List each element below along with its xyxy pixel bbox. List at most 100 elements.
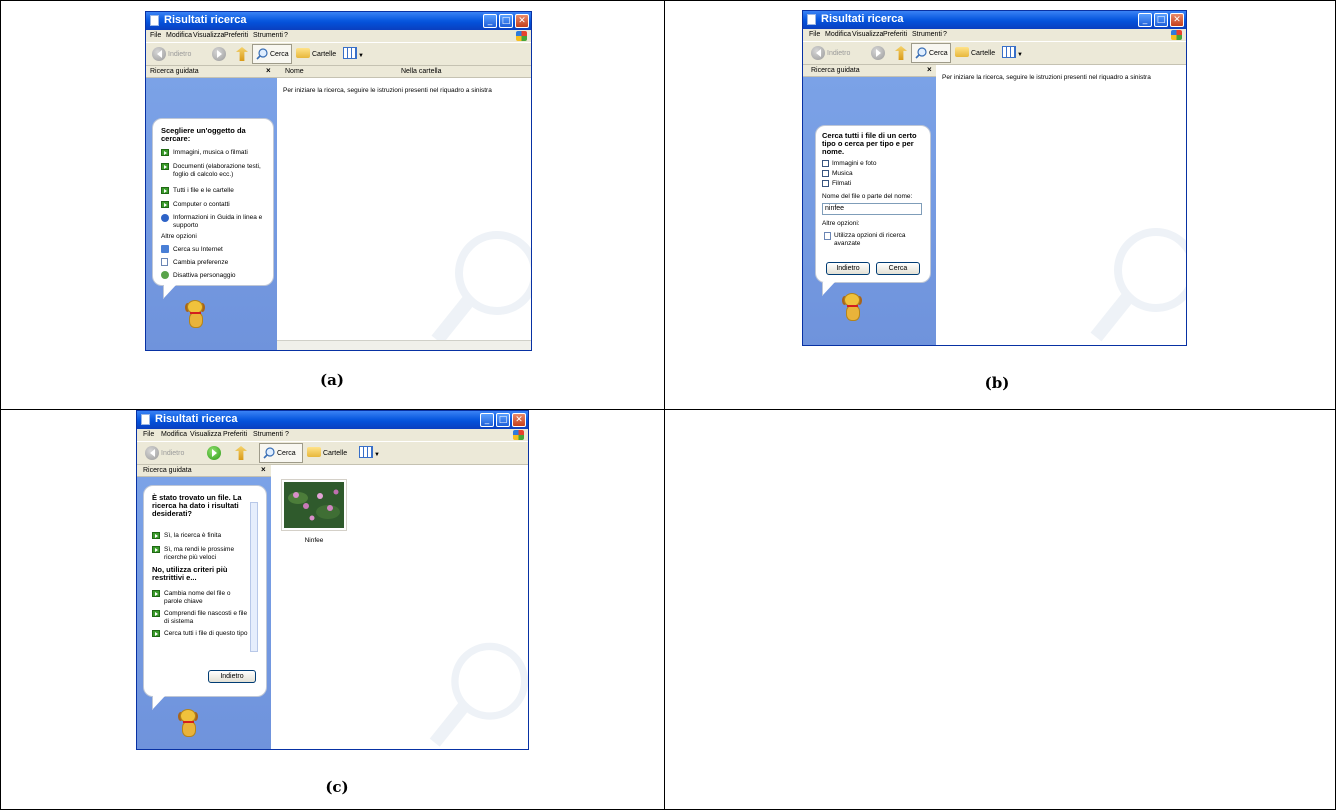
views-dropdown-icon[interactable]: ▼ [374,452,380,458]
option-search-done[interactable]: Sì, la ricerca è finita [164,532,250,540]
views-dropdown-icon[interactable]: ▼ [358,53,364,59]
menu-strumenti[interactable]: Strumenti [253,431,283,438]
views-icon[interactable] [343,47,357,59]
close-pane-icon[interactable]: × [266,66,271,75]
minimize-button[interactable]: _ [1138,13,1152,27]
views-icon[interactable] [1002,46,1016,58]
option-internet[interactable]: Cerca su Internet [173,246,223,254]
views-dropdown-icon[interactable]: ▼ [1017,52,1023,58]
minimize-button[interactable]: _ [480,413,494,427]
search-button[interactable]: Cerca [259,443,303,463]
menu-file[interactable]: File [143,431,154,438]
arrow-icon [161,201,169,208]
forward-arrow-icon[interactable] [871,46,885,60]
videos-checkbox[interactable] [822,180,829,187]
option-computers[interactable]: Computer o contatti [173,201,269,209]
folders-label[interactable]: Cartelle [323,450,347,457]
menu-preferiti[interactable]: Preferiti [883,31,907,38]
close-button[interactable]: ✕ [515,14,529,28]
back-arrow-icon[interactable] [811,46,825,60]
back-label[interactable]: Indietro [168,51,191,58]
folders-label[interactable]: Cartelle [312,51,336,58]
balloon-tail [163,285,176,299]
back-button[interactable]: Indietro [826,262,870,275]
minimize-button[interactable]: _ [483,14,497,28]
menu-modifica[interactable]: Modifica [161,431,187,438]
menu-visualizza[interactable]: Visualizza [193,32,224,39]
menu-modifica[interactable]: Modifica [166,32,192,39]
menu-file[interactable]: File [150,32,161,39]
forward-arrow-icon[interactable] [212,47,226,61]
folders-icon[interactable] [955,47,969,57]
menu-visualizza[interactable]: Visualizza [852,31,883,38]
menu-help[interactable]: ? [943,31,947,38]
menu-strumenti[interactable]: Strumenti [253,32,283,39]
horizontal-scrollbar[interactable] [277,340,531,350]
menu-help[interactable]: ? [284,32,288,39]
balloon-scrollbar[interactable] [250,502,258,652]
folders-label[interactable]: Cartelle [971,50,995,57]
advanced-options-link[interactable]: Utilizza opzioni di ricerca avanzate [834,232,914,247]
folders-icon[interactable] [307,447,321,457]
option-change-name[interactable]: Cambia nome del file o parole chiave [164,590,250,605]
maximize-button[interactable]: □ [1154,13,1168,27]
search-submit-button[interactable]: Cerca [876,262,920,275]
option-same-type[interactable]: Cerca tutti i file di questo tipo [164,630,250,638]
close-pane-icon[interactable]: × [927,65,932,74]
maximize-button[interactable]: □ [499,14,513,28]
maximize-button[interactable]: □ [496,413,510,427]
search-button[interactable]: Cerca [252,44,292,64]
folders-icon[interactable] [296,48,310,58]
column-name[interactable]: Nome [285,68,304,75]
water-lilies-image [284,482,344,528]
back-button[interactable]: Indietro [208,670,256,683]
option-all-files[interactable]: Tutti i file e le cartelle [173,187,269,195]
dog-companion-icon[interactable] [182,300,208,330]
search-window-a: Risultati ricerca _ □ ✕ File Modifica Vi… [145,11,532,351]
menu-strumenti[interactable]: Strumenti [912,31,942,38]
folder-up-icon[interactable] [236,47,248,61]
option-preferences[interactable]: Cambia preferenze [173,259,228,267]
menu-visualizza[interactable]: Visualizza [190,431,221,438]
menu-preferiti[interactable]: Preferiti [223,431,247,438]
menu-help[interactable]: ? [285,431,289,438]
dog-companion-icon[interactable] [175,709,201,739]
close-pane-icon[interactable]: × [261,465,266,474]
back-arrow-icon[interactable] [145,446,159,460]
forward-arrow-icon[interactable] [207,446,221,460]
option-disable-companion[interactable]: Disattiva personaggio [173,272,236,280]
title-bar[interactable]: Risultati ricerca _ □ ✕ [803,11,1186,29]
menu-preferiti[interactable]: Preferiti [224,32,248,39]
windows-logo-icon [1171,30,1182,40]
folder-up-icon[interactable] [895,46,907,60]
option-help[interactable]: Informazioni in Guida in linea e support… [173,214,269,229]
grid-line [0,0,1,810]
back-label[interactable]: Indietro [827,50,850,57]
results-pane: Per iniziare la ricerca, seguire le istr… [936,65,1186,345]
close-button[interactable]: ✕ [512,413,526,427]
views-icon[interactable] [359,446,373,458]
result-thumbnail[interactable] [281,479,347,531]
search-button[interactable]: Cerca [911,43,951,63]
close-button[interactable]: ✕ [1170,13,1184,27]
back-label[interactable]: Indietro [161,450,184,457]
file-name-field[interactable]: ninfee [822,203,922,215]
column-folder[interactable]: Nella cartella [401,68,441,75]
menu-file[interactable]: File [809,31,820,38]
option-faster-search[interactable]: Sì, ma rendi le prossime ricerche più ve… [164,546,250,561]
title-bar[interactable]: Risultati ricerca _ □ ✕ [146,12,531,30]
option-hidden-files[interactable]: Comprendi file nascosti e file di sistem… [164,610,250,625]
option-media[interactable]: Immagini, musica o filmati [173,149,269,157]
menu-modifica[interactable]: Modifica [825,31,851,38]
folder-up-icon[interactable] [235,446,247,460]
companion-balloon: È stato trovato un file. La ricerca ha d… [143,485,267,710]
other-options-title: Altre opzioni: [822,220,860,227]
images-checkbox[interactable] [822,160,829,167]
caption-b: (b) [984,374,1010,392]
music-checkbox[interactable] [822,170,829,177]
option-documents[interactable]: Documenti (elaborazione testi, foglio di… [173,163,269,178]
title-bar[interactable]: Risultati ricerca _ □ ✕ [137,411,528,429]
dog-companion-icon[interactable] [839,293,865,323]
result-label[interactable]: Ninfee [281,537,347,544]
back-arrow-icon[interactable] [152,47,166,61]
